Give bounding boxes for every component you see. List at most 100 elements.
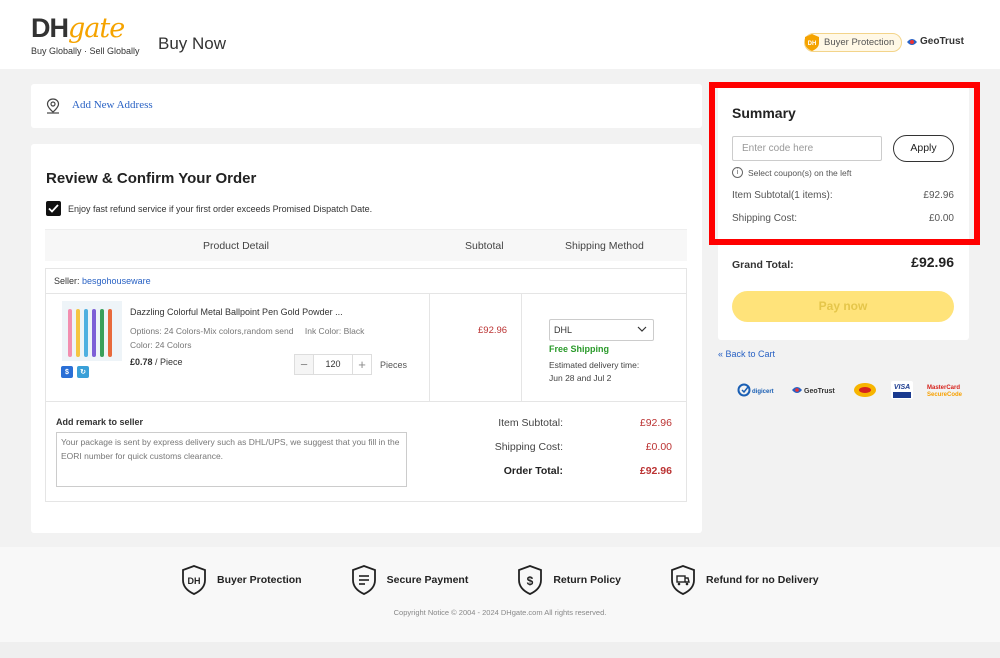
increase-quantity-button[interactable]: +	[353, 355, 371, 374]
order-card: Review & Confirm Your Order Enjoy fast r…	[31, 144, 702, 533]
summary-divider	[732, 242, 954, 243]
logo-tagline: Buy Globally · Sell Globally	[31, 46, 140, 56]
summary-title: Summary	[732, 105, 796, 121]
pen-shape	[108, 309, 112, 357]
trust-badges: digicert GeoTrust VISA MasterCard SecureC…	[737, 381, 963, 399]
item-subtotal-row: Item Subtotal: £92.96	[46, 417, 686, 431]
seller-name-link[interactable]: besgohouseware	[82, 276, 151, 286]
geotrust-badge-icon: GeoTrust	[792, 387, 835, 395]
free-shipping-label: Free Shipping	[549, 344, 610, 354]
product-row: $ ↻ Dazzling Colorful Metal Ballpoint Pe…	[46, 294, 686, 402]
refund-option: Enjoy fast refund service if your first …	[46, 201, 372, 216]
add-new-address-link[interactable]: Add New Address	[72, 99, 153, 111]
column-product-detail: Product Detail	[203, 240, 269, 252]
order-total-row: Order Total: £92.96	[46, 465, 686, 479]
color-value: 24 Colors	[155, 340, 192, 350]
svg-text:VISA: VISA	[894, 384, 910, 391]
product-thumbnail[interactable]	[62, 301, 122, 361]
buyer-protection-badge[interactable]: DH Buyer Protection	[804, 33, 903, 52]
shipping-method-select[interactable]: DHL	[549, 319, 654, 341]
product-subtotal: £92.96	[478, 325, 508, 336]
logo-gate: gate	[68, 13, 125, 44]
summary-shipping-cost: Shipping Cost: £0.00	[732, 213, 954, 224]
decrease-quantity-button[interactable]: −	[295, 355, 313, 374]
card-logo-badge	[853, 382, 877, 398]
shield-icon: DH	[805, 34, 819, 51]
refund-checkbox[interactable]	[46, 201, 61, 216]
order-title: Review & Confirm Your Order	[46, 170, 257, 187]
apply-coupon-button[interactable]: Apply	[893, 135, 954, 162]
shipping-cost-value: £0.00	[645, 441, 672, 453]
dollar-shield-icon: $	[61, 366, 73, 378]
estimated-delivery-label: Estimated delivery time:	[549, 360, 640, 370]
footer-buyer-protection[interactable]: DH Buyer Protection	[180, 564, 302, 596]
chevron-down-icon	[637, 326, 647, 332]
summary-shipping-value: £0.00	[928, 213, 954, 224]
card-logo-icon	[854, 383, 876, 397]
geotrust-badge-text: GeoTrust	[804, 388, 835, 395]
back-to-cart-link[interactable]: « Back to Cart	[718, 349, 775, 359]
product-title-link[interactable]: Dazzling Colorful Metal Ballpoint Pen Go…	[130, 307, 343, 317]
estimated-delivery-dates: Jun 28 and Jul 2	[549, 373, 612, 383]
grand-total-value: £92.96	[911, 254, 954, 270]
info-icon: i	[732, 167, 743, 178]
footer-refund-label: Refund for no Delivery	[706, 574, 819, 586]
options-value: 24 Colors-Mix colors,random send	[164, 326, 294, 336]
page-title: Buy Now	[158, 34, 227, 53]
footer-secure-payment[interactable]: Secure Payment	[350, 564, 469, 596]
quantity-input[interactable]: 120	[313, 355, 353, 374]
unit-price: £0.78 / Piece	[130, 357, 183, 367]
product-options: Options: 24 Colors-Mix colors,random sen…	[130, 324, 400, 352]
product-table-header: Product Detail Subtotal Shipping Method	[45, 229, 687, 261]
footer: DH Buyer Protection Secure Payment $ Ret…	[0, 547, 1000, 642]
summary-item-subtotal-value: £92.96	[923, 190, 954, 201]
dhgate-logo[interactable]: DHgate Buy Globally · Sell Globally	[31, 13, 140, 56]
secure-payment-icon	[351, 565, 376, 595]
pen-shape	[100, 309, 104, 357]
color-label: Color:	[130, 340, 153, 350]
geotrust-badge: GeoTrust	[791, 383, 839, 397]
shipping-cost-label: Shipping Cost:	[494, 441, 563, 453]
ink-color-label: Ink Color:	[304, 326, 342, 336]
seller-label: Seller:	[54, 276, 80, 286]
pen-shape	[68, 309, 72, 357]
footer-refund-no-delivery[interactable]: Refund for no Delivery	[669, 564, 819, 596]
summary-item-subtotal: Item Subtotal(1 items): £92.96	[732, 190, 954, 201]
dh-shield-icon: DH	[182, 565, 206, 595]
ink-color-value: Black	[343, 326, 365, 336]
footer-return-policy[interactable]: $ Return Policy	[516, 564, 621, 596]
summary-shipping-label: Shipping Cost:	[732, 213, 798, 224]
copyright-notice: Copyright Notice © 2004 - 2024 DHgate.co…	[393, 608, 607, 617]
visa-icon: VISA	[891, 381, 913, 399]
header: DHgate Buy Globally · Sell Globally Buy …	[0, 0, 1000, 69]
dollar-shield-icon: $	[518, 565, 543, 595]
digicert-text: digicert	[752, 389, 774, 395]
location-pin-icon	[46, 98, 60, 114]
seller-order-box: Seller: besgohouseware $ ↻ Dazzling Colo…	[45, 268, 687, 502]
order-total-value: £92.96	[639, 465, 672, 477]
footer-secure-payment-label: Secure Payment	[386, 574, 469, 586]
quantity-stepper: − 120 +	[294, 354, 372, 375]
order-total-label: Order Total:	[503, 465, 563, 477]
mastercard-securecode-badge: MasterCard SecureCode	[927, 382, 963, 398]
seller-row: Seller: besgohouseware	[46, 269, 686, 294]
product-badges: $ ↻	[61, 366, 89, 378]
svg-text:$: $	[527, 574, 534, 588]
column-divider	[521, 294, 522, 402]
footer-return-policy-label: Return Policy	[553, 574, 622, 586]
coupon-code-input[interactable]: Enter code here	[732, 136, 882, 161]
item-subtotal-label: Item Subtotal:	[498, 417, 563, 429]
bottom-bar	[0, 642, 1000, 658]
svg-text:DH: DH	[808, 41, 817, 47]
shipping-cost-row: Shipping Cost: £0.00	[46, 441, 686, 455]
unit-price-suffix: / Piece	[155, 357, 183, 367]
column-shipping-method: Shipping Method	[565, 240, 644, 252]
column-divider	[429, 294, 430, 402]
quantity-unit: Pieces	[380, 360, 408, 370]
pen-shape	[84, 309, 88, 357]
mastercard-securecode-icon: MasterCardSecureCode	[927, 385, 963, 398]
pay-now-button[interactable]: Pay now	[732, 291, 954, 322]
column-subtotal: Subtotal	[465, 240, 504, 252]
summary-card: Summary Enter code here Apply i Select c…	[718, 84, 969, 340]
geotrust-icon	[907, 38, 917, 45]
